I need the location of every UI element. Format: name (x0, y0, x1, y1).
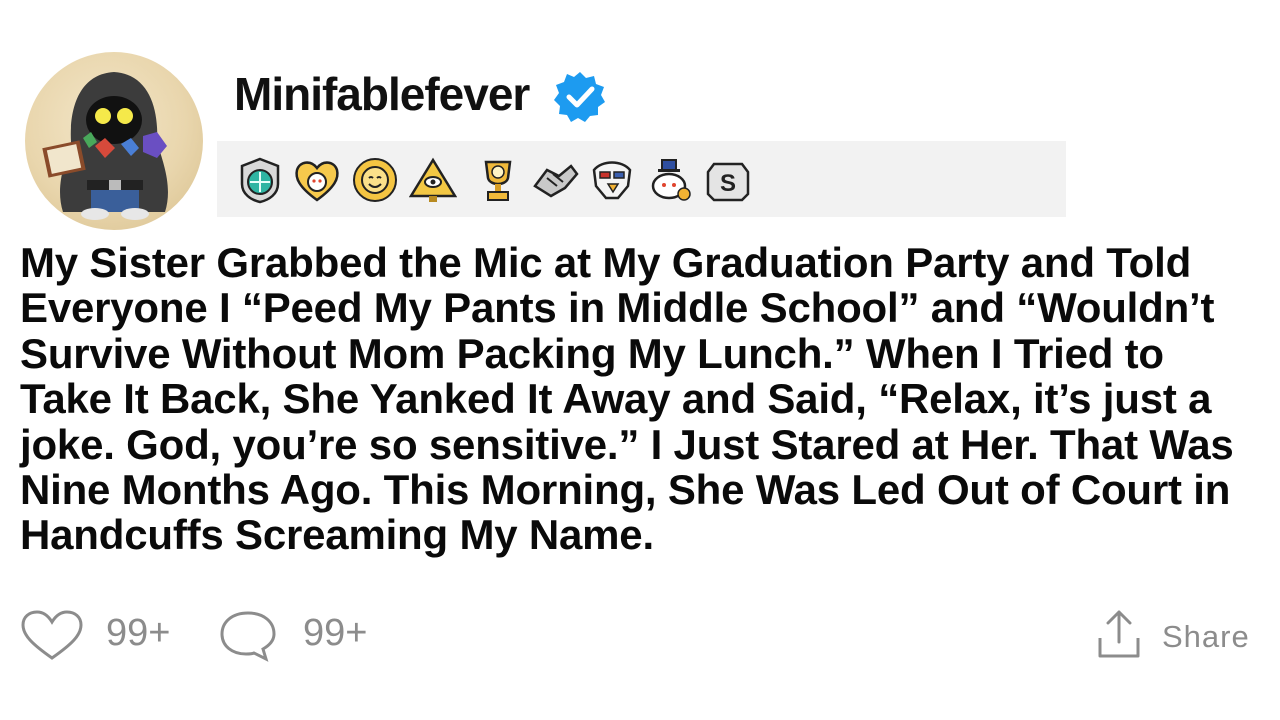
sun-face-award-icon[interactable] (351, 156, 399, 204)
heart-icon[interactable] (20, 610, 84, 662)
gold-trophy-snoo-award-icon[interactable] (474, 156, 522, 204)
comment-count: 99+ (303, 612, 368, 654)
like-count: 99+ (106, 612, 171, 654)
snoo-top-hat-award-icon[interactable] (646, 156, 694, 204)
share-icon[interactable] (1096, 608, 1142, 660)
share-button[interactable]: Share (1162, 618, 1250, 656)
silver-s-award-icon[interactable]: S (704, 156, 752, 204)
comment-bubble-icon[interactable] (218, 610, 278, 662)
pyramid-eye-award-icon[interactable] (409, 156, 457, 204)
username[interactable]: Minifablefever (234, 66, 530, 122)
heart-snoo-award-icon[interactable] (293, 156, 341, 204)
hooded-figure-icon (42, 72, 168, 220)
verified-badge-icon (554, 72, 605, 122)
shield-gem-award-icon[interactable] (236, 156, 284, 204)
eagle-award-icon[interactable] (588, 156, 636, 204)
awards-bar: S (217, 141, 1066, 217)
avatar[interactable] (25, 52, 203, 230)
handshake-award-icon[interactable] (531, 156, 579, 204)
svg-text:S: S (720, 170, 736, 197)
post-title: My Sister Grabbed the Mic at My Graduati… (20, 239, 1234, 559)
